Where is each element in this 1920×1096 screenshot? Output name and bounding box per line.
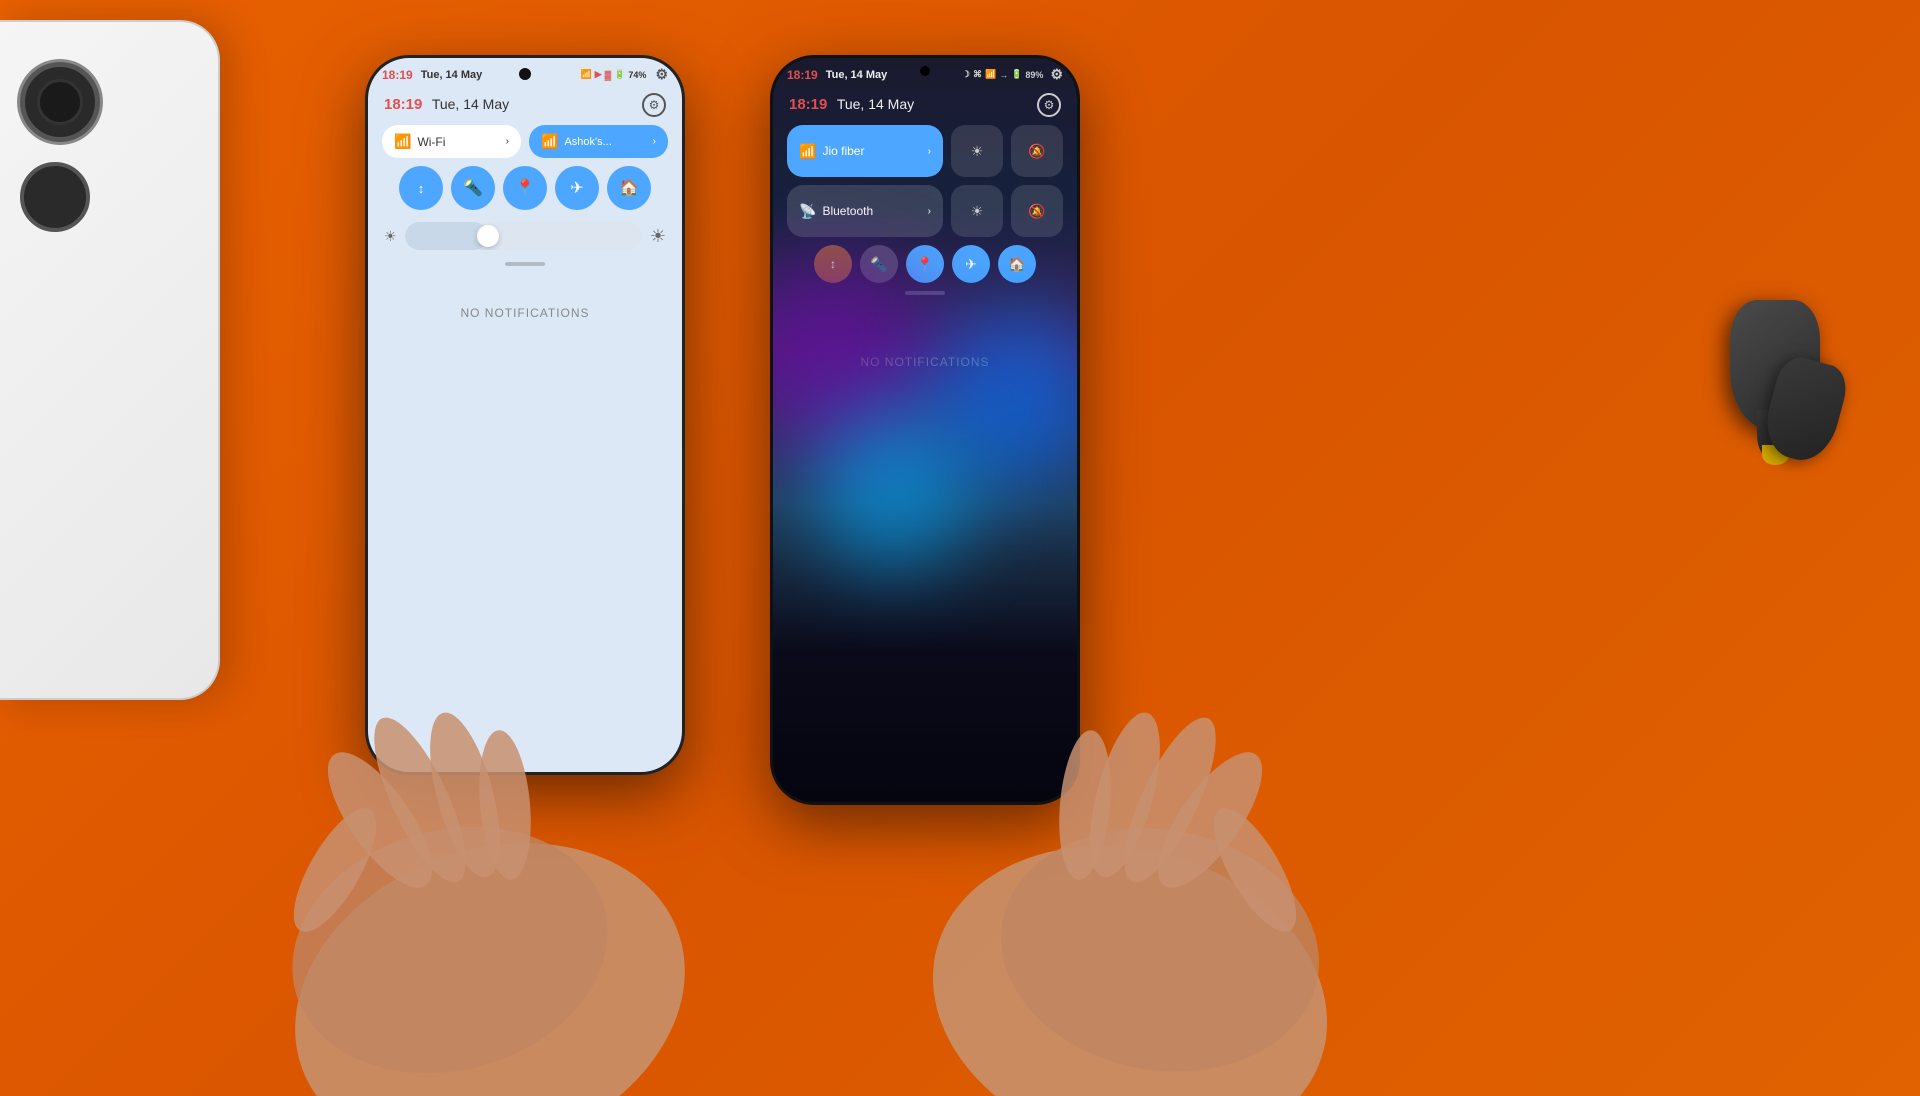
brightness-max-icon: ☀ bbox=[650, 226, 666, 247]
phone-2-wifi-label: Jio fiber bbox=[822, 144, 864, 158]
phone-2-battery: 89% bbox=[1025, 70, 1043, 80]
earbuds bbox=[1660, 280, 1840, 530]
brightness-min-icon: ☀ bbox=[384, 228, 397, 245]
phone2-wifi-icon: 📶 bbox=[985, 69, 996, 80]
phone-2-scroll-indicator bbox=[905, 291, 945, 295]
phone-2-grid-tiles: ☀ 🔕 bbox=[951, 125, 1063, 177]
phone-1: 18:19 Tue, 14 May 📶 ▶ ▓ 🔋 74% ⚙ 18:19 Tu… bbox=[365, 55, 685, 775]
phone-1-time-large: 18:19 bbox=[384, 96, 422, 113]
battery-icon: 🔋 bbox=[614, 69, 625, 80]
phone-1-notification-panel: 18:19 Tue, 14 May ⚙ 📶 Wi-Fi › 📶 Ashok's.… bbox=[368, 87, 682, 320]
phone-2-time: 18:19 bbox=[787, 68, 818, 82]
signal-icon: ▓ bbox=[605, 70, 612, 80]
phone-2-status-icons: ☽ ⌘ 📶 → 🔋 89% ⚙ bbox=[962, 66, 1063, 83]
phone-2-time-date: 18:19 Tue, 14 May bbox=[787, 68, 887, 82]
phone-2-airplane-btn[interactable]: ✈ bbox=[952, 245, 990, 283]
phone-1-settings-button[interactable]: ⚙ bbox=[642, 93, 666, 117]
phone-2-grid-tile-2[interactable]: 🔕 bbox=[1011, 125, 1063, 177]
phone2-bt-arrow: › bbox=[928, 206, 931, 217]
phone-1-time-date: 18:19 Tue, 14 May bbox=[382, 68, 482, 82]
phone-1-screen: 18:19 Tue, 14 May 📶 ▶ ▓ 🔋 74% ⚙ 18:19 Tu… bbox=[368, 58, 682, 772]
phone-2-qs-row-2: 📡 Bluetooth › ☀ 🔕 bbox=[787, 185, 1063, 237]
phone-1-brightness-row: ☀ ☀ bbox=[382, 218, 668, 254]
phone-2-datetime: 18:19 Tue, 14 May bbox=[789, 96, 914, 114]
torch-icon: 🔦 bbox=[463, 178, 483, 198]
phone-1-bluetooth-tile[interactable]: 📶 Ashok's... › bbox=[529, 125, 668, 158]
phone-2-datetime-row: 18:19 Tue, 14 May ⚙ bbox=[787, 87, 1063, 125]
phone-1-date-large: Tue, 14 May bbox=[432, 96, 509, 112]
phone-1-qs-row-1: 📶 Wi-Fi › 📶 Ashok's... › bbox=[382, 125, 668, 158]
phone2-bt-icon: ⌘ bbox=[973, 69, 982, 80]
phone2-home-icon: 🏠 bbox=[1008, 256, 1025, 273]
phone2-wifi-icon-tile: 📶 bbox=[799, 143, 816, 160]
grid-icon-3: ☀ bbox=[971, 203, 984, 220]
phone-1-wifi-label: Wi-Fi bbox=[417, 135, 445, 149]
bg-blob-3 bbox=[813, 408, 973, 568]
bt-arrow: › bbox=[653, 136, 656, 147]
phone-2: 18:19 Tue, 14 May ☽ ⌘ 📶 → 🔋 89% ⚙ 18:19 … bbox=[770, 55, 1080, 805]
grid-icon-1: ☀ bbox=[971, 143, 984, 160]
phone-1-airplane-btn[interactable]: ✈ bbox=[555, 166, 599, 210]
phone2-arrow-icon: → bbox=[999, 70, 1008, 80]
phone2-settings-icon[interactable]: ⚙ bbox=[1050, 66, 1063, 83]
phone-2-bluetooth-tile[interactable]: 📡 Bluetooth › bbox=[787, 185, 943, 237]
left-device-partial bbox=[0, 20, 220, 700]
phone-1-battery: 74% bbox=[628, 70, 646, 80]
phone2-battery-icon: 🔋 bbox=[1011, 69, 1022, 80]
phone-1-no-notifications: NO NOTIFICATIONS bbox=[382, 306, 668, 320]
settings-gear-icon[interactable]: ⚙ bbox=[655, 66, 668, 83]
phone2-bt-tile-icon: 📡 bbox=[799, 203, 816, 220]
phone-2-grid-tile-4[interactable]: 🔕 bbox=[1011, 185, 1063, 237]
phone-2-date-large: Tue, 14 May bbox=[837, 96, 914, 112]
phone-2-grid-tile-1[interactable]: ☀ bbox=[951, 125, 1003, 177]
phone-1-nfc-btn[interactable]: ↕ bbox=[399, 166, 443, 210]
bluetooth-icon: 📶 bbox=[541, 133, 558, 150]
phone-1-torch-btn[interactable]: 🔦 bbox=[451, 166, 495, 210]
phone-1-status-icons: 📶 ▶ ▓ 🔋 74% ⚙ bbox=[581, 66, 669, 83]
phone2-airplane-icon: ✈ bbox=[965, 256, 977, 273]
bt-icon: ▶ bbox=[595, 69, 602, 80]
phone-2-date: Tue, 14 May bbox=[826, 69, 888, 81]
phone-2-location-btn[interactable]: 📍 bbox=[906, 245, 944, 283]
wifi-arrow: › bbox=[506, 136, 509, 147]
camera-lens-1 bbox=[20, 62, 100, 142]
grid-icon-2: 🔕 bbox=[1028, 143, 1045, 160]
phone-1-brightness-slider[interactable] bbox=[405, 222, 642, 250]
phone-1-time: 18:19 bbox=[382, 68, 413, 82]
moon-icon: ☽ bbox=[962, 69, 970, 80]
phone-1-wifi-tile[interactable]: 📶 Wi-Fi › bbox=[382, 125, 521, 158]
phone-2-grid-tiles-row2: ☀ 🔕 bbox=[951, 185, 1063, 237]
phone-2-screen: 18:19 Tue, 14 May ☽ ⌘ 📶 → 🔋 89% ⚙ 18:19 … bbox=[773, 58, 1077, 802]
airplane-icon: ✈ bbox=[570, 178, 583, 198]
camera-lens-2 bbox=[20, 162, 90, 232]
brightness-fill bbox=[405, 222, 488, 250]
phone-1-scroll-indicator bbox=[505, 262, 545, 266]
phone-1-datetime: 18:19 Tue, 14 May bbox=[384, 96, 509, 114]
home-icon: 🏠 bbox=[619, 178, 639, 198]
phone-1-bluetooth-label: Ashok's... bbox=[564, 136, 611, 148]
wifi-icon: 📶 bbox=[394, 133, 411, 150]
phone-2-wifi-tile[interactable]: 📶 Jio fiber › bbox=[787, 125, 943, 177]
phone-2-time-large: 18:19 bbox=[789, 96, 827, 113]
phone-1-home-btn[interactable]: 🏠 bbox=[607, 166, 651, 210]
phone-2-bluetooth-label: Bluetooth bbox=[822, 204, 873, 218]
phone-1-date: Tue, 14 May bbox=[421, 69, 483, 81]
phone2-location-icon: 📍 bbox=[916, 256, 933, 273]
phone-2-home-btn[interactable]: 🏠 bbox=[998, 245, 1036, 283]
phone-1-camera bbox=[519, 68, 531, 80]
phone-1-toggle-row: ↕ 🔦 📍 ✈ 🏠 bbox=[382, 166, 668, 210]
phone-2-settings-button[interactable]: ⚙ bbox=[1037, 93, 1061, 117]
phone-2-qs-row-1: 📶 Jio fiber › ☀ 🔕 bbox=[787, 125, 1063, 177]
location-icon: 📍 bbox=[515, 178, 535, 198]
phone-2-camera bbox=[920, 66, 930, 76]
grid-icon-4: 🔕 bbox=[1028, 203, 1045, 220]
phone-2-grid-tile-3[interactable]: ☀ bbox=[951, 185, 1003, 237]
nfc-toggle-icon: ↕ bbox=[418, 181, 425, 196]
brightness-thumb bbox=[477, 225, 499, 247]
nfc-icon: 📶 bbox=[581, 69, 592, 80]
phone2-wifi-arrow: › bbox=[928, 146, 931, 157]
phone-1-datetime-row: 18:19 Tue, 14 May ⚙ bbox=[382, 87, 668, 125]
phone-1-location-btn[interactable]: 📍 bbox=[503, 166, 547, 210]
